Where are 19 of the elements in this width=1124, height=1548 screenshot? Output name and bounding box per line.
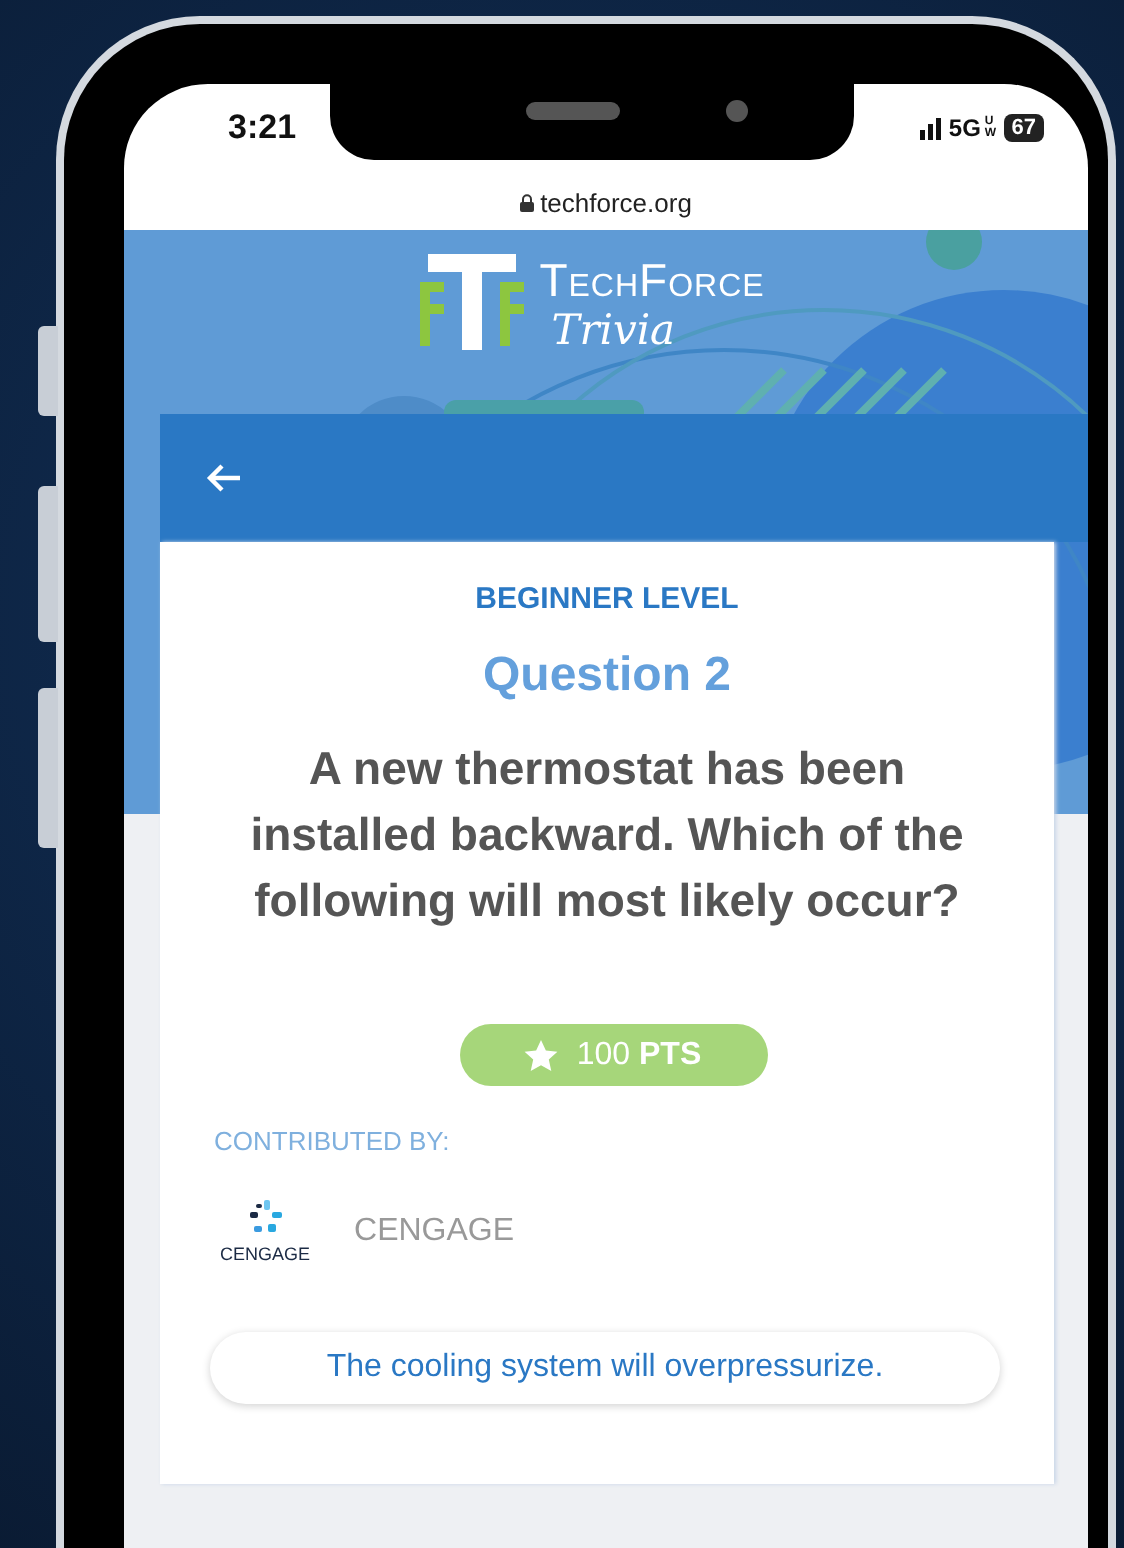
contributed-label: CONTRIBUTED BY: xyxy=(214,1126,452,1156)
question-number: Question 2 xyxy=(480,648,734,704)
network-label: 5G xyxy=(948,114,981,142)
question-text: A new thermostat has been installed backward. Which of the following will most likely occur? xyxy=(248,740,966,930)
lock-icon xyxy=(520,193,535,211)
logo-icon xyxy=(419,254,524,350)
logo-subtitle: Trivia xyxy=(549,306,678,354)
contributor-logo: CENGAGE xyxy=(220,1200,311,1264)
contributor-name: CENGAGE xyxy=(354,1214,515,1250)
battery-level: 67 xyxy=(1003,114,1044,142)
logo-title: TechForce xyxy=(539,254,765,306)
answer-option[interactable]: The cooling system will overpressurize. xyxy=(210,1332,1000,1404)
status-time: 3:21 xyxy=(228,108,297,148)
star-icon xyxy=(524,1039,559,1071)
signal-icon xyxy=(920,117,945,139)
url-text[interactable]: techforce.org xyxy=(540,187,692,217)
back-arrow-icon[interactable] xyxy=(204,462,244,494)
points-value: 100 PTS xyxy=(576,1037,702,1073)
level-label: BEGINNER LEVEL xyxy=(473,582,741,616)
